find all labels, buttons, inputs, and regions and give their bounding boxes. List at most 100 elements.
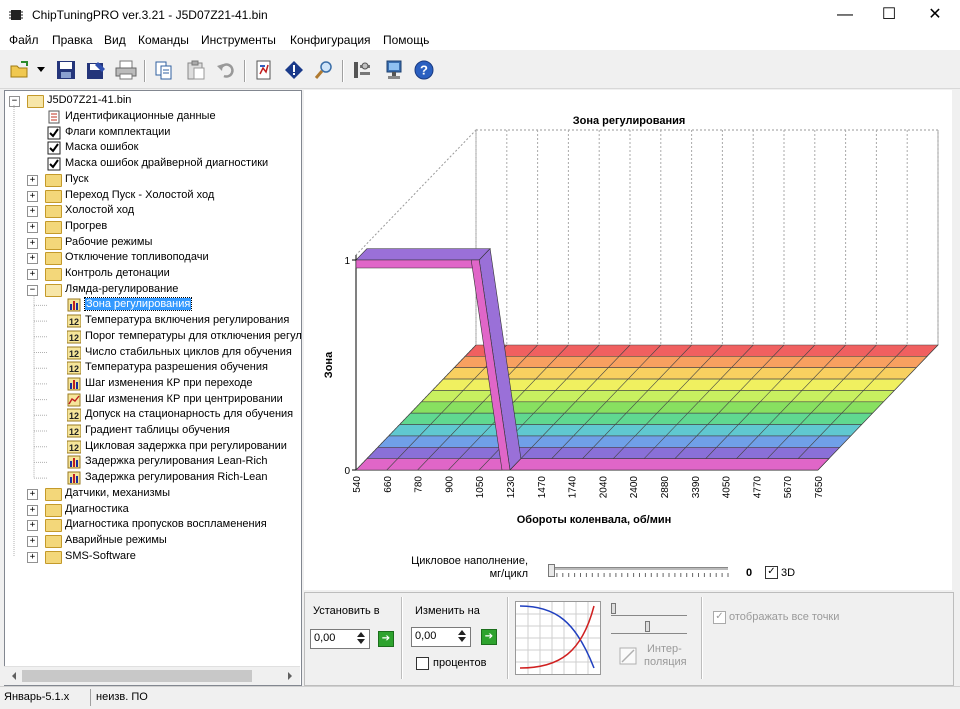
tree-item-label: Флаги комплектации xyxy=(65,125,171,138)
x-tick-label: 4050 xyxy=(722,476,733,499)
interpolation-label-1: Интер- xyxy=(647,643,682,655)
checksum-icon[interactable] xyxy=(282,58,306,82)
3d-checkbox-label: 3D xyxy=(781,567,796,579)
menu-view[interactable]: Вид xyxy=(104,33,126,47)
x-tick-label: 2040 xyxy=(598,476,609,499)
tree-item-label: Градиент таблицы обучения xyxy=(85,424,230,436)
tree-item-label: Маска ошибок драйверной диагностики xyxy=(65,157,269,170)
save-as-icon[interactable] xyxy=(84,58,108,82)
tree-item-label: Шаг изменения КР при переходе xyxy=(85,376,253,389)
map-icon xyxy=(67,298,81,312)
tree-item-label: Аварийные режимы xyxy=(65,533,167,546)
spin-arrows-icon[interactable] xyxy=(455,628,469,644)
show-all-points-checkbox[interactable]: ✓ xyxy=(713,611,726,624)
change-value-label: Изменить на xyxy=(415,605,480,617)
toolbar-separator xyxy=(144,60,146,82)
x-tick-label: 1050 xyxy=(475,476,486,499)
x-tick-label: 540 xyxy=(352,476,363,493)
minimize-button[interactable]: — xyxy=(822,0,868,30)
tree-view[interactable]: − J5D07Z21-41.bin Идентификационные данн… xyxy=(4,90,302,686)
save-icon[interactable] xyxy=(54,58,78,82)
apply-change-button[interactable]: ➔ xyxy=(481,629,497,645)
connect-icon[interactable] xyxy=(382,58,406,82)
x-tick-label: 5670 xyxy=(783,476,794,499)
constant-icon: 12 xyxy=(67,314,81,328)
help-icon[interactable]: ? xyxy=(412,58,436,82)
map-icon xyxy=(67,377,81,391)
menu-edit[interactable]: Правка xyxy=(52,33,93,47)
constant-icon: 12 xyxy=(67,440,81,454)
menu-bar: Файл Правка Вид Команды Инструменты Конф… xyxy=(0,30,960,50)
change-value-input[interactable]: 0,00 xyxy=(411,627,471,647)
x-tick-label: 780 xyxy=(414,476,425,493)
interp-slider-2[interactable] xyxy=(611,619,687,634)
constant-icon: 12 xyxy=(67,408,81,422)
chart-title: Зона регулирования xyxy=(573,115,686,127)
open-icon[interactable] xyxy=(8,58,32,82)
constant-icon: 12 xyxy=(67,424,81,438)
svg-text:12: 12 xyxy=(69,364,79,374)
menu-tools[interactable]: Инструменты xyxy=(201,33,276,47)
svg-text:12: 12 xyxy=(69,443,79,453)
chart-panel: Зона регулирования Зона Обороты коленвал… xyxy=(304,90,952,590)
print-icon[interactable] xyxy=(114,58,138,82)
menu-configuration[interactable]: Конфигурация xyxy=(290,33,371,47)
map-icon xyxy=(67,455,81,469)
maximize-button[interactable]: ☐ xyxy=(866,0,912,30)
map-3d-chart[interactable]: Зона регулирования Зона Обороты коленвал… xyxy=(304,90,952,590)
menu-help[interactable]: Помощь xyxy=(383,33,429,47)
apply-set-button[interactable]: ➔ xyxy=(378,631,394,647)
search-icon[interactable] xyxy=(312,58,336,82)
x-tick-label: 1230 xyxy=(506,476,517,499)
settings-icon[interactable] xyxy=(350,58,374,82)
toolbar: ? xyxy=(0,52,960,89)
set-value-text: 0,00 xyxy=(314,632,336,644)
title-bar: ChipTuningPRO ver.3.21 - J5D07Z21-41.bin… xyxy=(0,0,960,30)
compare-icon[interactable] xyxy=(252,58,276,82)
x-tick-label: 4770 xyxy=(752,476,763,499)
tree-item-label: Допуск на стационарность для обучения xyxy=(85,408,294,421)
interp-slider-1[interactable] xyxy=(611,601,687,616)
tree-item-label: Задержка регулирования Rich-Lean xyxy=(85,471,268,484)
tree-item-label: Холостой ход xyxy=(65,204,135,217)
constant-icon: 12 xyxy=(67,361,81,375)
tree-item-label: Температура включения регулирования xyxy=(85,314,290,327)
svg-text:12: 12 xyxy=(69,427,79,437)
menu-file[interactable]: Файл xyxy=(9,33,39,47)
status-separator xyxy=(90,689,91,706)
tree-item-label: Задержка регулирования Lean-Rich xyxy=(85,455,268,468)
tree-horizontal-scrollbar[interactable] xyxy=(4,666,300,685)
tree-item-label: Переход Пуск - Холостой ход xyxy=(65,188,215,201)
open-dropdown-icon[interactable] xyxy=(34,58,48,82)
tree-item-label: Контроль детонации xyxy=(65,267,170,279)
z-tick-label: 1 xyxy=(344,256,350,267)
tree-item-label: Шаг изменения КР при центрировании xyxy=(85,392,283,405)
constant-icon: 12 xyxy=(67,346,81,359)
tree-item-label: Лямда-регулирование xyxy=(65,282,179,295)
edit-controls-panel: Установить в 0,00 ➔ Изменить на 0,00 ➔ п… xyxy=(304,592,954,686)
set-value-input[interactable]: 0,00 xyxy=(310,629,370,649)
tree-item-label: Отключение топливоподачи xyxy=(65,251,209,264)
percent-checkbox[interactable] xyxy=(416,657,429,670)
panel-separator xyxy=(701,597,703,679)
svg-text:12: 12 xyxy=(69,317,79,327)
menu-commands[interactable]: Команды xyxy=(138,33,189,47)
undo-icon[interactable] xyxy=(214,58,238,82)
panel-separator xyxy=(401,597,403,679)
show-all-points-label: отображать все точки xyxy=(729,611,840,623)
change-value-text: 0,00 xyxy=(415,630,437,642)
tree-item-label: Зона регулирования xyxy=(83,297,193,312)
load-slider-thumb[interactable] xyxy=(548,564,555,577)
paste-icon[interactable] xyxy=(184,58,208,82)
interpolation-button[interactable]: Интер- поляция xyxy=(617,643,691,671)
close-button[interactable]: ✕ xyxy=(912,0,958,30)
spin-arrows-icon[interactable] xyxy=(354,630,368,646)
3d-checkbox[interactable]: ✓ xyxy=(765,566,778,579)
tree-item-label: Число стабильных циклов для обучения xyxy=(85,345,292,358)
load-label: Цикловое наполнение, мг/цикл xyxy=(398,555,528,581)
load-slider[interactable] xyxy=(548,564,730,578)
tree-item-label: Рабочие режимы xyxy=(65,235,153,248)
tree-item-label: Прогрев xyxy=(65,219,108,232)
copy-icon[interactable] xyxy=(152,58,176,82)
tree-item-label: Идентификационные данные xyxy=(65,110,216,122)
